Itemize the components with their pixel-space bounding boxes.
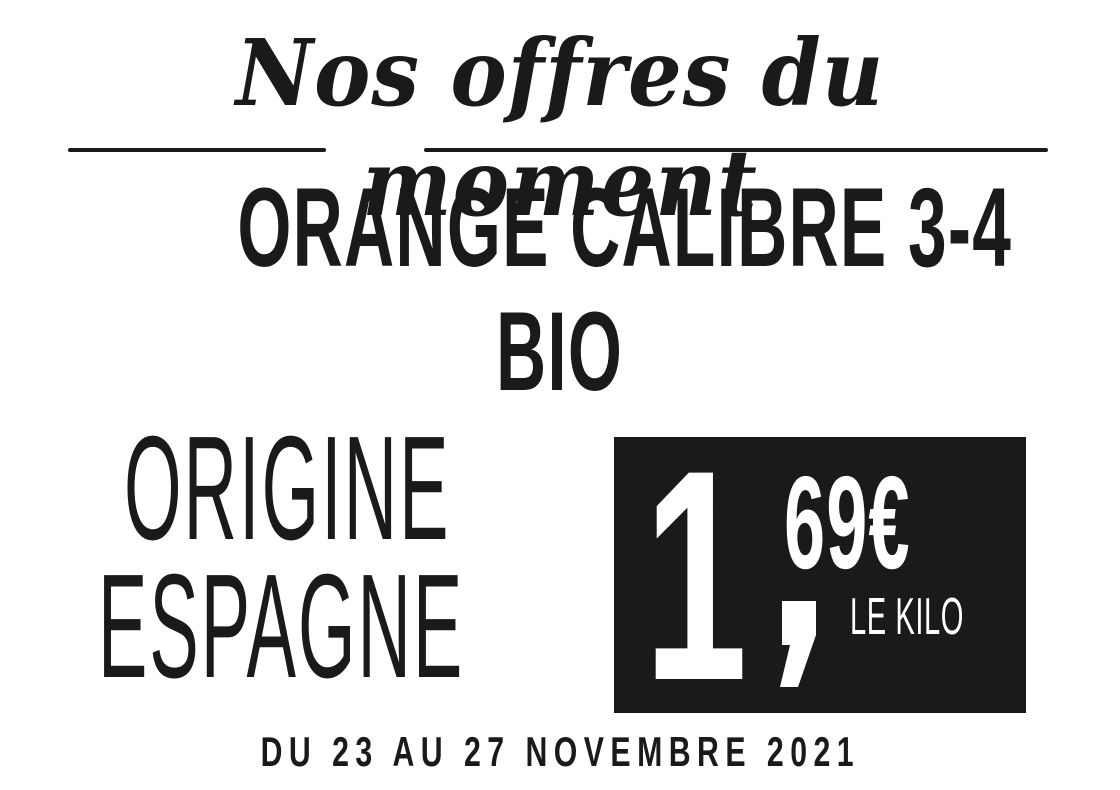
offer-validity-text: DU 23 AU 27 NOVEMBRE 2021 (260, 728, 860, 775)
price-decimals: 69€ (784, 449, 911, 596)
price-integer: 1 (644, 437, 748, 713)
headline-underline-right (424, 148, 1048, 152)
product-organic-text: BIO (496, 289, 624, 414)
price-unit: LE KILO (850, 588, 964, 646)
origin-block: ORIGINE ESPAGNE (98, 406, 568, 709)
origin-label: ORIGINE (124, 406, 451, 571)
headline-underline-left (68, 148, 326, 152)
product-name-line: ORANGE CALIBRE 3-4 (0, 172, 1120, 284)
offer-validity: DU 23 AU 27 NOVEMBRE 2021 (0, 726, 1120, 778)
price-separator: , (614, 437, 615, 438)
price-comma-mark (780, 601, 816, 687)
product-organic-line: BIO (0, 296, 1120, 408)
product-name-text: ORANGE CALIBRE 3-4 (237, 165, 1013, 290)
price-box: 1 , 69€ LE KILO (614, 437, 1026, 713)
origin-country: ESPAGNE (98, 544, 465, 709)
